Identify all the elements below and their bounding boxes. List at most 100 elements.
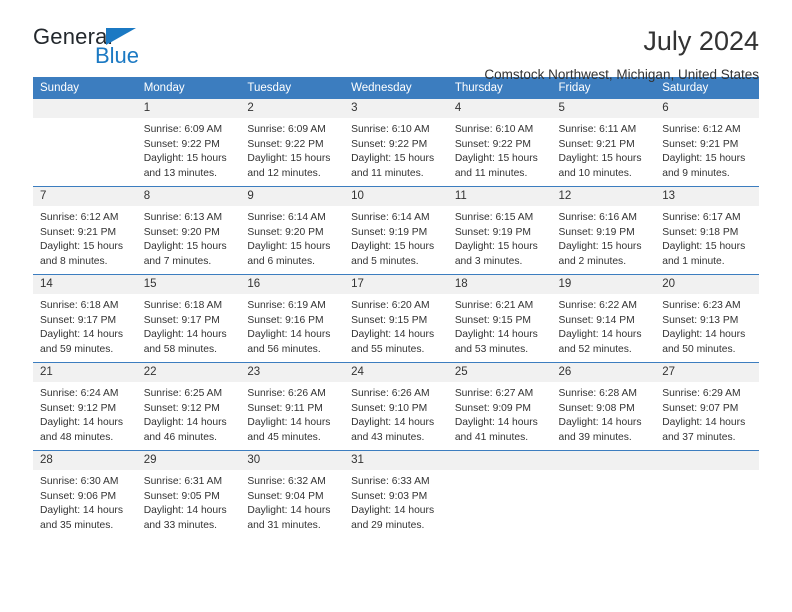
sunset-text: Sunset: 9:08 PM bbox=[558, 402, 635, 414]
sunset-text: Sunset: 9:12 PM bbox=[40, 402, 117, 414]
calendar-day-cell[interactable]: 31 Sunrise: 6:33 AM Sunset: 9:03 PM Dayligh… bbox=[344, 451, 448, 538]
daylight-text-line1: Daylight: 14 hours bbox=[351, 329, 435, 341]
calendar-day-cell[interactable]: 23 Sunrise: 6:26 AM Sunset: 9:11 PM Dayligh… bbox=[240, 363, 345, 450]
sunrise-text: Sunrise: 6:22 AM bbox=[558, 300, 637, 311]
calendar-day-cell[interactable]: 29 Sunrise: 6:31 AM Sunset: 9:05 PM Dayligh… bbox=[136, 451, 241, 538]
daylight-text-line2: and 53 minutes. bbox=[454, 343, 529, 355]
calendar-day-cell[interactable]: 5 Sunrise: 6:11 AM Sunset: 9:21 PM Daylight… bbox=[551, 99, 656, 186]
calendar-day-cell[interactable]: 16 Sunrise: 6:19 AM Sunset: 9:16 PM Dayligh… bbox=[240, 275, 345, 362]
daylight-text-line1: Daylight: 14 hours bbox=[662, 329, 746, 341]
calendar-day-cell[interactable]: 26 Sunrise: 6:28 AM Sunset: 9:08 PM Dayligh… bbox=[551, 363, 656, 450]
daylight-text-line1: Daylight: 14 hours bbox=[40, 329, 123, 341]
daylight-text-line1: Daylight: 14 hours bbox=[143, 329, 227, 341]
day-number bbox=[655, 451, 759, 470]
daylight-text-line1: Daylight: 15 hours bbox=[351, 153, 435, 165]
calendar-day-cell[interactable]: 17 Sunrise: 6:20 AM Sunset: 9:15 PM Dayligh… bbox=[344, 275, 448, 362]
calendar-day-cell[interactable]: 1 Sunrise: 6:09 AM Sunset: 9:22 PM Daylight… bbox=[136, 99, 241, 186]
sunset-text: Sunset: 9:22 PM bbox=[454, 138, 531, 150]
day-number: 20 bbox=[655, 275, 759, 294]
sunrise-text: Sunrise: 6:23 AM bbox=[662, 300, 741, 311]
sunrise-text: Sunrise: 6:25 AM bbox=[143, 388, 223, 399]
daylight-text-line1: Daylight: 14 hours bbox=[558, 329, 642, 341]
calendar-day-cell[interactable]: 25 Sunrise: 6:27 AM Sunset: 9:09 PM Dayligh… bbox=[447, 363, 552, 450]
calendar-day-cell[interactable]: 12 Sunrise: 6:16 AM Sunset: 9:19 PM Dayligh… bbox=[551, 187, 656, 274]
day-details: Sunrise: 6:32 AM Sunset: 9:04 PM Daylight:… bbox=[240, 470, 344, 533]
calendar-day-cell[interactable]: 10 Sunrise: 6:14 AM Sunset: 9:19 PM Dayligh… bbox=[344, 187, 448, 274]
sunrise-text: Sunrise: 6:09 AM bbox=[247, 124, 326, 135]
day-number: 26 bbox=[551, 363, 656, 382]
daylight-text-line2: and 2 minutes. bbox=[558, 255, 627, 267]
day-details: Sunrise: 6:33 AM Sunset: 9:03 PM Daylight:… bbox=[344, 470, 448, 533]
day-number bbox=[33, 99, 137, 118]
day-details: Sunrise: 6:13 AM Sunset: 9:20 PM Daylight:… bbox=[137, 206, 241, 269]
calendar-day-cell[interactable]: 4 Sunrise: 6:10 AM Sunset: 9:22 PM Daylight… bbox=[447, 99, 552, 186]
calendar-day-cell[interactable]: 15 Sunrise: 6:18 AM Sunset: 9:17 PM Dayligh… bbox=[136, 275, 241, 362]
day-details: Sunrise: 6:09 AM Sunset: 9:22 PM Daylight:… bbox=[137, 118, 241, 181]
calendar-day-cell[interactable]: 13 Sunrise: 6:17 AM Sunset: 9:18 PM Dayligh… bbox=[655, 187, 759, 274]
sunrise-text: Sunrise: 6:33 AM bbox=[351, 476, 430, 487]
calendar-day-cell[interactable]: 9 Sunrise: 6:14 AM Sunset: 9:20 PM Daylight… bbox=[240, 187, 345, 274]
sunrise-text: Sunrise: 6:26 AM bbox=[247, 388, 326, 399]
daylight-text-line2: and 29 minutes. bbox=[351, 519, 425, 531]
day-number: 10 bbox=[344, 187, 448, 206]
calendar-day-cell[interactable]: 28 Sunrise: 6:30 AM Sunset: 9:06 PM Dayligh… bbox=[33, 451, 137, 538]
calendar-day-cell[interactable]: 21 Sunrise: 6:24 AM Sunset: 9:12 PM Dayligh… bbox=[33, 363, 137, 450]
calendar-day-cell[interactable]: 19 Sunrise: 6:22 AM Sunset: 9:14 PM Dayligh… bbox=[551, 275, 656, 362]
sunset-text: Sunset: 9:11 PM bbox=[247, 402, 323, 414]
sunset-text: Sunset: 9:19 PM bbox=[351, 226, 428, 238]
sunrise-text: Sunrise: 6:18 AM bbox=[40, 300, 119, 311]
calendar-day-cell[interactable]: 11 Sunrise: 6:15 AM Sunset: 9:19 PM Dayligh… bbox=[447, 187, 552, 274]
day-number: 12 bbox=[551, 187, 656, 206]
sunset-text: Sunset: 9:22 PM bbox=[351, 138, 428, 150]
sunset-text: Sunset: 9:19 PM bbox=[558, 226, 635, 238]
daylight-text-line1: Daylight: 15 hours bbox=[40, 241, 123, 253]
sunset-text: Sunset: 9:19 PM bbox=[454, 226, 531, 238]
sunrise-text: Sunrise: 6:31 AM bbox=[143, 476, 223, 487]
sunset-text: Sunset: 9:17 PM bbox=[143, 314, 220, 326]
daylight-text-line2: and 31 minutes. bbox=[247, 519, 321, 531]
daylight-text-line1: Daylight: 14 hours bbox=[143, 417, 227, 429]
daylight-text-line2: and 50 minutes. bbox=[662, 343, 736, 355]
daylight-text-line1: Daylight: 14 hours bbox=[247, 417, 331, 429]
sunrise-text: Sunrise: 6:28 AM bbox=[558, 388, 637, 399]
daylight-text-line1: Daylight: 14 hours bbox=[40, 505, 123, 517]
weekday-header-sunday: Sunday bbox=[33, 77, 137, 99]
day-details: Sunrise: 6:26 AM Sunset: 9:11 PM Daylight:… bbox=[240, 382, 344, 445]
page-header: General Blue July 2024 Comstock Northwes… bbox=[33, 0, 759, 83]
calendar-day-cell[interactable]: 24 Sunrise: 6:26 AM Sunset: 9:10 PM Dayligh… bbox=[344, 363, 448, 450]
calendar-day-cell[interactable]: 22 Sunrise: 6:25 AM Sunset: 9:12 PM Dayligh… bbox=[136, 363, 241, 450]
sunrise-text: Sunrise: 6:12 AM bbox=[662, 124, 741, 135]
calendar-day-cell[interactable]: 20 Sunrise: 6:23 AM Sunset: 9:13 PM Dayligh… bbox=[655, 275, 759, 362]
calendar-day-cell[interactable]: 8 Sunrise: 6:13 AM Sunset: 9:20 PM Daylight… bbox=[136, 187, 241, 274]
daylight-text-line2: and 41 minutes. bbox=[454, 431, 529, 443]
daylight-text-line2: and 6 minutes. bbox=[247, 255, 315, 267]
daylight-text-line1: Daylight: 15 hours bbox=[351, 241, 435, 253]
calendar-day-cell[interactable]: 6 Sunrise: 6:12 AM Sunset: 9:21 PM Daylight… bbox=[655, 99, 759, 186]
sunrise-text: Sunrise: 6:24 AM bbox=[40, 388, 119, 399]
day-number: 17 bbox=[344, 275, 448, 294]
daylight-text-line1: Daylight: 15 hours bbox=[558, 153, 642, 165]
sunrise-text: Sunrise: 6:16 AM bbox=[558, 212, 637, 223]
daylight-text-line1: Daylight: 14 hours bbox=[454, 329, 538, 341]
daylight-text-line2: and 1 minute. bbox=[662, 255, 725, 267]
daylight-text-line2: and 56 minutes. bbox=[247, 343, 321, 355]
day-details: Sunrise: 6:14 AM Sunset: 9:19 PM Daylight:… bbox=[344, 206, 448, 269]
calendar-day-cell[interactable]: 18 Sunrise: 6:21 AM Sunset: 9:15 PM Dayligh… bbox=[447, 275, 552, 362]
day-details: Sunrise: 6:27 AM Sunset: 9:09 PM Daylight:… bbox=[448, 382, 552, 445]
sunrise-text: Sunrise: 6:10 AM bbox=[351, 124, 430, 135]
calendar-day-cell[interactable]: 2 Sunrise: 6:09 AM Sunset: 9:22 PM Daylight… bbox=[240, 99, 345, 186]
day-number: 23 bbox=[240, 363, 345, 382]
sunrise-text: Sunrise: 6:15 AM bbox=[454, 212, 534, 223]
calendar-day-cell[interactable]: 7 Sunrise: 6:12 AM Sunset: 9:21 PM Daylight… bbox=[33, 187, 137, 274]
calendar-day-cell[interactable]: 3 Sunrise: 6:10 AM Sunset: 9:22 PM Daylight… bbox=[344, 99, 448, 186]
calendar-day-cell[interactable]: 14 Sunrise: 6:18 AM Sunset: 9:17 PM Dayligh… bbox=[33, 275, 137, 362]
daylight-text-line2: and 58 minutes. bbox=[143, 343, 217, 355]
day-details: Sunrise: 6:25 AM Sunset: 9:12 PM Daylight:… bbox=[137, 382, 241, 445]
daylight-text-line2: and 5 minutes. bbox=[351, 255, 419, 267]
daylight-text-line1: Daylight: 14 hours bbox=[247, 505, 331, 517]
calendar-day-cell[interactable]: 30 Sunrise: 6:32 AM Sunset: 9:04 PM Dayligh… bbox=[240, 451, 345, 538]
brand-logo[interactable]: General Blue bbox=[33, 26, 143, 67]
calendar-day-cell[interactable]: 27 Sunrise: 6:29 AM Sunset: 9:07 PM Dayligh… bbox=[655, 363, 759, 450]
daylight-text-line1: Daylight: 14 hours bbox=[558, 417, 642, 429]
sunrise-text: Sunrise: 6:29 AM bbox=[662, 388, 741, 399]
